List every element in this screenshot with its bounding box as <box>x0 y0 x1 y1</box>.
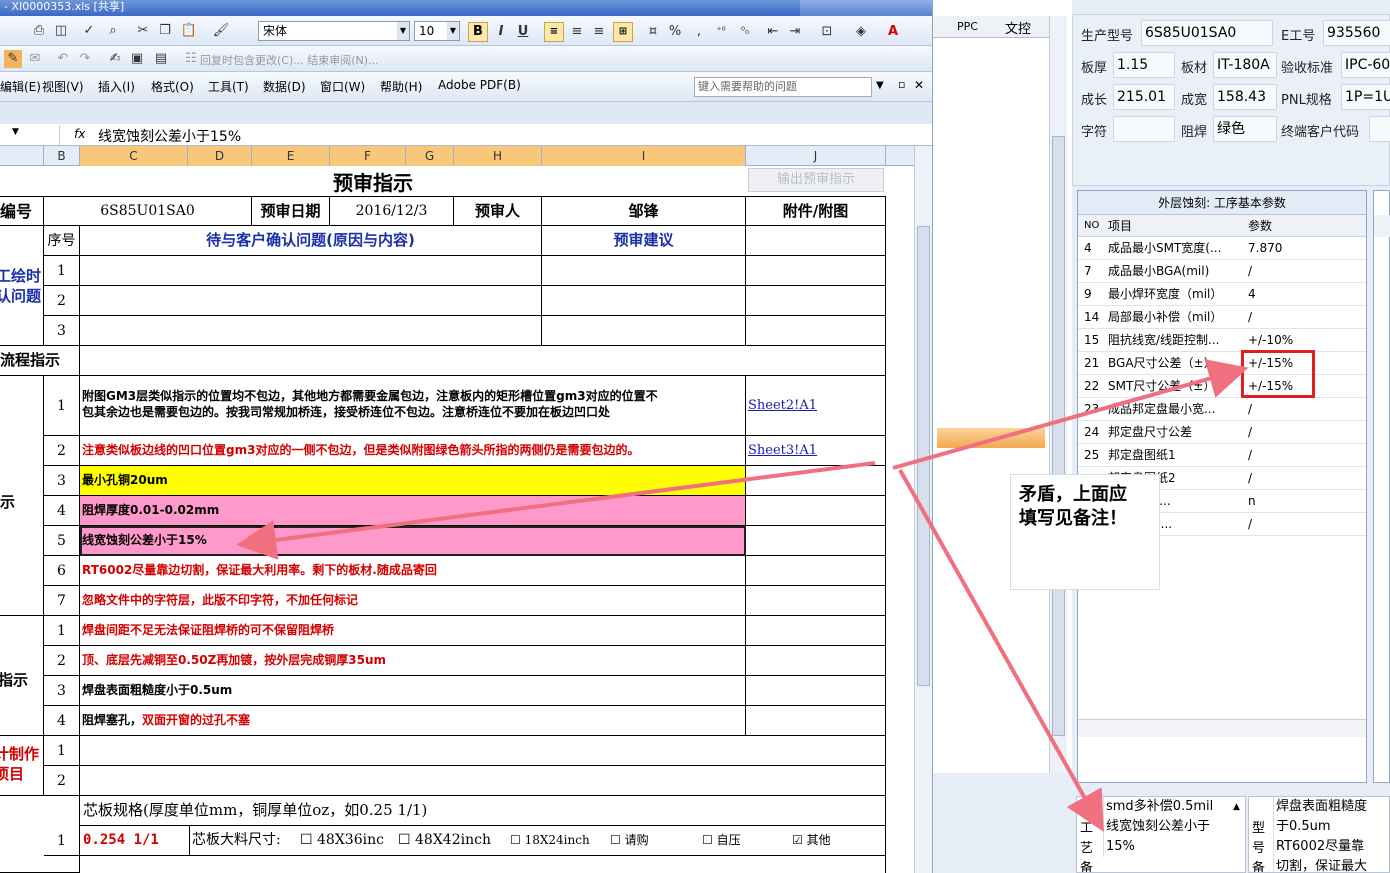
annotation-arrows <box>236 359 1249 832</box>
arrow-to-sheet-row <box>236 461 876 560</box>
arrow-to-process-note <box>898 469 1104 832</box>
arrow-to-param-grid <box>892 359 1249 470</box>
